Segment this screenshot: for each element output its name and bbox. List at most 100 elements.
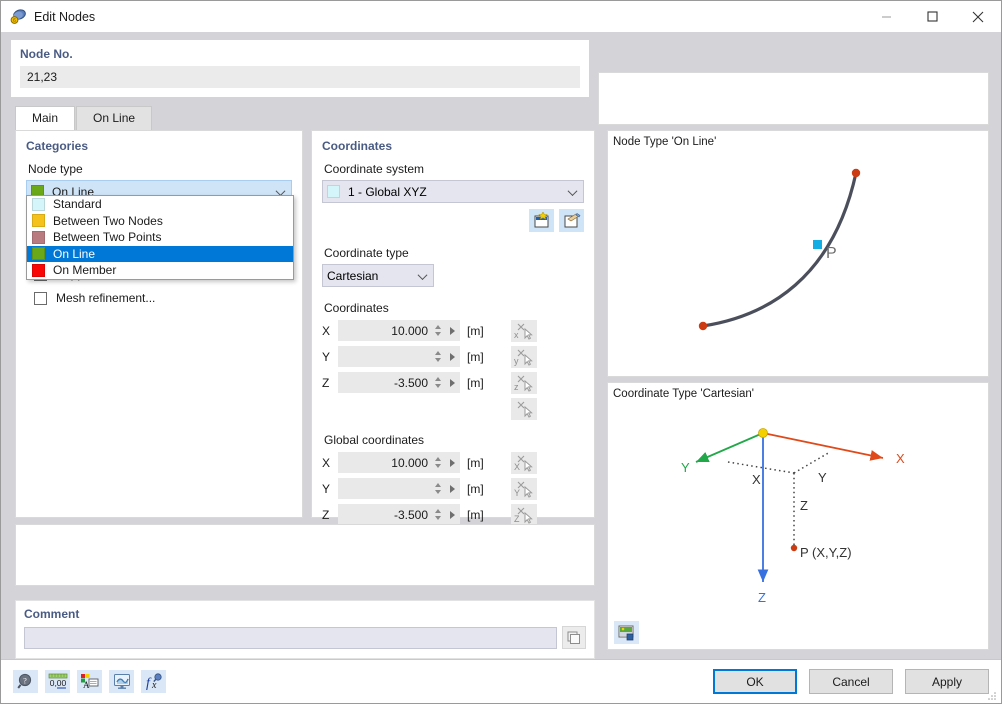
comment-label: Comment [24,607,80,621]
coordinate-z-input[interactable]: -3.500 [338,372,432,393]
global-x-input[interactable]: 10.000 [338,452,432,473]
comment-input[interactable] [24,626,557,649]
tab-main[interactable]: Main [15,106,76,131]
minimize-button[interactable] [863,1,909,32]
cartesian-diagram: X Y Z X Y Z P (X,Y,Z) [681,428,905,605]
mesh-refinement-checkbox[interactable] [34,291,47,305]
global-axis-label-y: Y [322,481,331,496]
pick-global-y-icon[interactable]: Y [511,477,537,500]
categories-panel: Categories Node type On Line Standard Be… [15,130,303,518]
dropdown-item-standard[interactable]: Standard [27,196,293,213]
formula-icon[interactable]: f x [141,670,166,693]
pick-global-z-icon[interactable]: Z [511,503,537,526]
svg-text:6: 6 [13,18,16,24]
new-coordinate-system-icon[interactable] [529,209,554,232]
coordinate-system-combo[interactable]: 1 - Global XYZ [322,180,584,203]
cancel-button[interactable]: Cancel [809,669,893,694]
coordinates-group-label: Coordinates [324,301,389,315]
dropdown-item-on-line[interactable]: On Line [27,245,293,262]
pick-global-x-icon[interactable]: X [511,451,537,474]
global-y-arrow-button[interactable] [444,478,460,499]
curve-start-point [698,321,708,331]
pick-z-letter: z [514,381,519,392]
node-type-diagram-panel: Node Type 'On Line' P [607,130,989,377]
global-z-spinner[interactable] [432,504,444,525]
dialog-body: Categories Node type On Line Standard Be… [1,72,1001,650]
maximize-button[interactable] [909,1,955,32]
picture-icon[interactable] [614,621,639,644]
option-swatch [32,214,45,228]
ok-button[interactable]: OK [713,669,797,694]
pick-x-letter: x [514,329,519,340]
decimal-places-icon[interactable]: 0,00 [45,670,70,693]
coordinate-y-arrow-button[interactable] [444,346,460,367]
global-y-spinner[interactable] [432,478,444,499]
pick-y-icon[interactable]: y [511,345,537,368]
coordinate-x-unit: [m] [467,323,484,338]
font-color-icon[interactable]: A [77,670,102,693]
coordinate-type-combo[interactable]: Cartesian [322,264,434,287]
decimal-places-text: 0,00 [49,678,66,688]
coordinate-z-arrow-button[interactable] [444,372,460,393]
coordinate-row-x: X 10.000 [m] x [322,319,584,342]
option-swatch [32,197,45,211]
coordinate-x-arrow-button[interactable] [444,320,460,341]
pick-x-icon[interactable]: x [511,319,537,342]
node-type-diagram-title: Node Type 'On Line' [613,136,717,148]
pick-point-icon[interactable] [511,397,537,420]
node-no-input[interactable]: 21,23 [20,66,580,88]
coordinate-x-input[interactable]: 10.000 [338,320,432,341]
node-type-diagram: P [698,168,861,331]
dropdown-item-between-two-points[interactable]: Between Two Points [27,229,293,246]
node-icon: 6 [9,8,27,26]
tab-on-line[interactable]: On Line [76,106,153,130]
coordinate-type-diagram-panel: Coordinate Type 'Cartesian' X Y Z X Y Z … [607,382,989,650]
window-title: Edit Nodes [34,9,96,24]
node-type-dropdown-list[interactable]: Standard Between Two Nodes Between Two P… [26,195,294,280]
option-label: Standard [53,197,102,212]
global-x-spinner[interactable] [432,452,444,473]
option-label: On Member [53,263,117,278]
option-label: Between Two Points [53,230,162,245]
apply-button[interactable]: Apply [905,669,989,694]
pick-z-icon[interactable]: z [511,371,537,394]
global-x-unit: [m] [467,455,484,470]
global-x-arrow-button[interactable] [444,452,460,473]
dash-x-label: X [752,472,761,487]
title-bar: 6 Edit Nodes [1,1,1001,32]
dash-z-label: Z [800,498,808,513]
pick-global-y-letter: Y [514,487,521,498]
point-p-label: P [826,245,837,262]
edit-coordinate-system-icon[interactable] [559,209,584,232]
chevron-down-icon [417,267,428,281]
global-y-input[interactable] [338,478,432,499]
empty-top-right-panel [598,72,989,125]
coordinate-z-spinner[interactable] [432,372,444,393]
point-pxyz-label: P (X,Y,Z) [800,545,852,560]
coordinates-panel: Coordinates Coordinate system 1 - Global… [311,130,595,526]
pick-y-letter: y [514,355,519,366]
resize-grip[interactable] [987,690,997,700]
option-swatch [32,247,45,261]
global-coordinate-row-y: Y [m] Y [322,477,584,500]
close-button[interactable] [955,1,1001,32]
global-z-unit: [m] [467,507,484,522]
node-type-label: Node type [28,162,83,176]
dropdown-item-between-two-nodes[interactable]: Between Two Nodes [27,213,293,230]
dash-y-label: Y [818,470,827,485]
global-z-input[interactable]: -3.500 [338,504,432,525]
pick-global-z-letter: Z [514,513,520,524]
svg-text:?: ? [23,677,27,686]
info-magnifier-icon[interactable]: ? [13,670,38,693]
categories-title: Categories [26,139,89,153]
coordinate-x-spinner[interactable] [432,320,444,341]
copy-comment-icon[interactable] [562,626,586,649]
dropdown-item-on-member[interactable]: On Member [27,262,293,279]
coordinate-system-buttons [322,209,584,232]
coordinate-y-input[interactable] [338,346,432,367]
checkbox-row-mesh-refinement[interactable]: Mesh refinement... [34,291,292,305]
coordinate-row-z: Z -3.500 [m] z [322,371,584,394]
coordinate-y-spinner[interactable] [432,346,444,367]
display-properties-icon[interactable] [109,670,134,693]
global-z-arrow-button[interactable] [444,504,460,525]
